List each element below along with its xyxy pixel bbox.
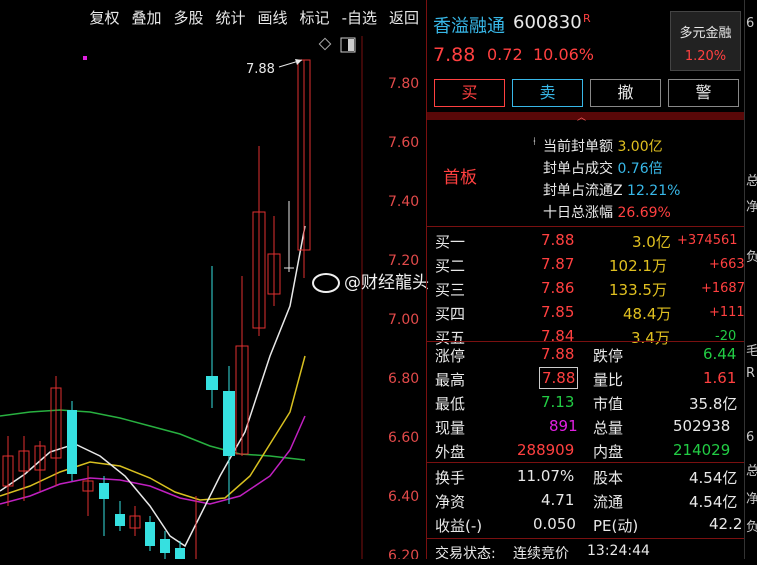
seal-amount: 3.00亿: [617, 139, 663, 155]
seal-vs-volume: 0.76倍: [617, 161, 663, 177]
y-tick-label: 7.20: [388, 253, 419, 269]
pin-icon: ⍿: [533, 135, 536, 148]
collapse-bar[interactable]: ︿: [427, 110, 745, 123]
sector-tag[interactable]: 多元金融 1.20%: [670, 11, 741, 71]
stats-row: 涨停 7.88 跌停 6.44: [435, 345, 737, 365]
bid-row[interactable]: 买四 7.85 48.4万 +111: [427, 301, 745, 325]
stats-row: 最高 7.88 量比 1.61: [435, 367, 737, 389]
seal-vs-volume-label: 封单占成交: [543, 161, 613, 177]
current-price: 7.88: [433, 44, 476, 66]
alert-button[interactable]: 警: [668, 79, 739, 107]
toolbar-multi-stock-button[interactable]: 多股: [168, 0, 210, 36]
first-board-badge: 首板: [443, 168, 477, 188]
quote-panel: 香溢融通 600830 R 7.88 0.72 10.06% 多元金融 1.20…: [426, 0, 745, 562]
buy-button[interactable]: 买: [434, 79, 505, 107]
y-tick-label: 6.20: [388, 548, 419, 559]
price-change: 0.72: [487, 45, 523, 64]
kline-chart[interactable]: 7.80 7.60 7.40 7.20 7.00 6.80 6.60 6.40 …: [0, 36, 425, 559]
ten-day-gain: 26.69%: [617, 205, 671, 221]
chart-toolbar: 复权 叠加 多股 统计 画线 标记 -自选 返回: [0, 0, 425, 36]
candles: [2, 59, 311, 559]
sector-change: 1.20%: [684, 49, 727, 64]
high-price-box: 7.88: [539, 367, 579, 389]
diamond-icon[interactable]: [318, 37, 332, 51]
fundamentals-row: 净资 4.71 流通 4.54亿: [435, 491, 738, 511]
high-price-label: 7.88: [246, 62, 275, 77]
y-tick-label: 6.80: [388, 371, 419, 387]
bid-row[interactable]: 买一 7.88 3.0亿 +374561: [427, 229, 745, 253]
weibo-logo-icon: [312, 273, 340, 293]
sell-button[interactable]: 卖: [512, 79, 583, 107]
seal-vs-float: 12.21%: [627, 183, 681, 199]
y-tick-label: 7.80: [388, 76, 419, 92]
bid-row[interactable]: 买二 7.87 102.1万 +663: [427, 253, 745, 277]
chevron-up-icon[interactable]: ︿: [577, 110, 586, 123]
seal-amount-label: 当前封单额: [543, 139, 613, 155]
price-change-pct: 10.06%: [533, 45, 595, 64]
stock-name[interactable]: 香溢融通: [433, 12, 505, 38]
y-tick-label: 7.00: [388, 312, 419, 328]
sector-name: 多元金融: [679, 26, 732, 41]
fundamentals-row: 收益(-) 0.050 PE(动) 42.2: [435, 515, 743, 535]
limit-info-block: 当前封单额 3.00亿 封单占成交 0.76倍 封单占流通Z 12.21% 十日…: [543, 136, 680, 224]
y-tick-label: 7.60: [388, 135, 419, 151]
panel-toggle-icon[interactable]: [340, 37, 356, 53]
watermark: @财经龍头: [312, 268, 429, 293]
toolbar-draw-line-button[interactable]: 画线: [252, 0, 294, 36]
ten-day-gain-label: 十日总涨幅: [543, 205, 613, 221]
toolbar-statistics-button[interactable]: 统计: [210, 0, 252, 36]
toolbar-fuquan-button[interactable]: 复权: [83, 0, 125, 36]
seal-vs-float-label: 封单占流通Z: [543, 183, 623, 199]
toolbar-remove-watchlist-button[interactable]: -自选: [336, 0, 383, 36]
y-axis: 7.80 7.60 7.40 7.20 7.00 6.80 6.60 6.40 …: [388, 76, 419, 559]
y-tick-label: 6.60: [388, 430, 419, 446]
y-tick-label: 7.40: [388, 194, 419, 210]
stats-row: 外盘 288909 内盘 214029: [435, 441, 731, 461]
signal-marker: [83, 56, 87, 60]
stats-row: 最低 7.13 市值 35.8亿: [435, 393, 738, 413]
toolbar-mark-button[interactable]: 标记: [294, 0, 336, 36]
adjacent-panel-edge: 6 总 净 负 毛 R 6 总 净 负: [744, 0, 757, 559]
high-price-marker: 7.88: [246, 59, 303, 77]
fundamentals-row: 换手 11.07% 股本 4.54亿: [435, 467, 738, 487]
ma-green-line: [0, 409, 306, 461]
margin-flag: R: [583, 12, 591, 25]
cancel-order-button[interactable]: 撤: [590, 79, 661, 107]
stock-code: 600830: [513, 12, 582, 33]
trading-status: 交易状态: 连续竞价 13:24:44: [435, 543, 650, 562]
toolbar-overlay-button[interactable]: 叠加: [125, 0, 167, 36]
toolbar-back-button[interactable]: 返回: [383, 0, 425, 36]
y-tick-label: 6.40: [388, 489, 419, 505]
ma-yellow-line: [0, 355, 306, 501]
stats-row: 现量 891 总量 502938: [435, 417, 731, 437]
bid-row[interactable]: 买三 7.86 133.5万 +1687: [427, 277, 745, 301]
